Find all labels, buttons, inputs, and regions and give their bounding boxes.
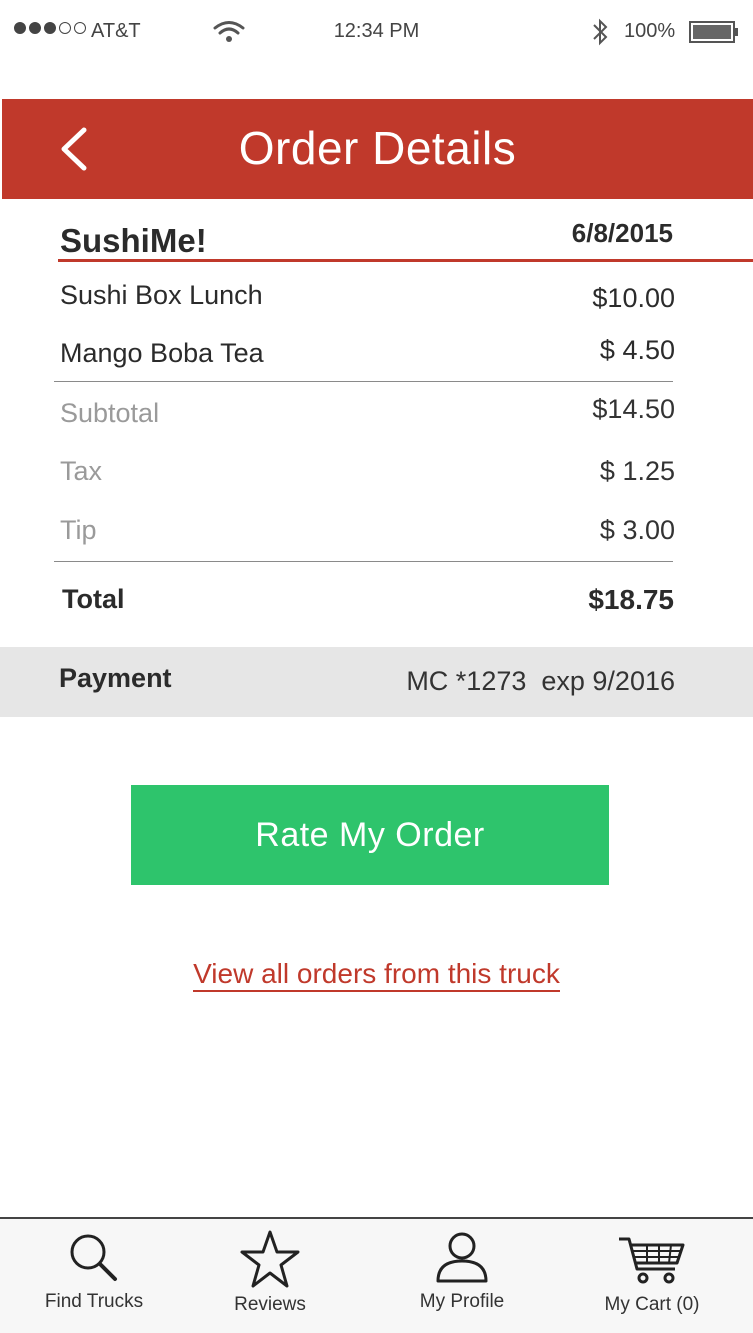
item-name: Mango Boba Tea: [60, 338, 264, 368]
user-icon: [436, 1232, 488, 1283]
truck-name: SushiMe!: [60, 222, 207, 259]
item-name: Sushi Box Lunch: [60, 280, 263, 310]
order-item-row: Mango Boba Tea $ 4.50: [60, 335, 675, 374]
payment-method: MC *1273 exp 9/2016: [406, 666, 675, 696]
payment-label: Payment: [59, 663, 172, 693]
total-label: Total: [62, 584, 125, 614]
tab-bar: Find Trucks Reviews My Profile My Cart (…: [0, 1217, 753, 1333]
status-bar: AT&T 12:34 PM 100%: [0, 0, 753, 64]
tip-label: Tip: [60, 515, 97, 545]
heading-divider: [58, 259, 753, 262]
star-icon: [240, 1230, 300, 1288]
tip-value: $ 3.00: [599, 515, 675, 545]
page-title: Order Details: [238, 122, 517, 174]
subtotal-row: Subtotal $14.50: [60, 394, 675, 434]
order-item-row: Sushi Box Lunch $10.00: [60, 280, 675, 316]
subtotal-value: $14.50: [592, 394, 675, 424]
tab-reviews[interactable]: Reviews: [180, 1219, 360, 1333]
header-bar: Order Details: [2, 99, 753, 199]
tax-value: $ 1.25: [599, 456, 675, 486]
tax-label: Tax: [60, 456, 103, 486]
view-truck-orders-link[interactable]: View all orders from this truck: [193, 958, 560, 992]
items-divider: [54, 381, 673, 382]
bluetooth-icon: [593, 18, 608, 46]
tab-label: My Cart (0): [604, 1294, 700, 1315]
tab-find-trucks[interactable]: Find Trucks: [4, 1219, 184, 1333]
item-price: $ 4.50: [599, 335, 675, 365]
tab-my-cart[interactable]: My Cart (0): [562, 1219, 742, 1333]
view-truck-orders-link-wrap: View all orders from this truck: [0, 958, 753, 992]
total-value: $18.75: [588, 584, 674, 615]
subtotal-label: Subtotal: [60, 398, 160, 428]
tab-my-profile[interactable]: My Profile: [372, 1219, 552, 1333]
battery-icon: [689, 21, 738, 43]
totals-divider: [54, 561, 673, 562]
battery-percent: 100%: [624, 20, 676, 42]
item-price: $10.00: [592, 283, 675, 313]
tab-label: My Profile: [419, 1291, 505, 1312]
search-icon: [70, 1234, 117, 1281]
tab-label: Find Trucks: [44, 1291, 144, 1312]
tab-label: Reviews: [234, 1294, 306, 1315]
tax-row: Tax $ 1.25: [60, 456, 675, 492]
payment-row: Payment MC *1273 exp 9/2016: [0, 647, 753, 717]
order-date: 6/8/2015: [571, 218, 673, 248]
tip-row: Tip $ 3.00: [60, 515, 675, 551]
cart-icon: [619, 1237, 685, 1284]
rate-my-order-button[interactable]: Rate My Order: [131, 785, 609, 885]
